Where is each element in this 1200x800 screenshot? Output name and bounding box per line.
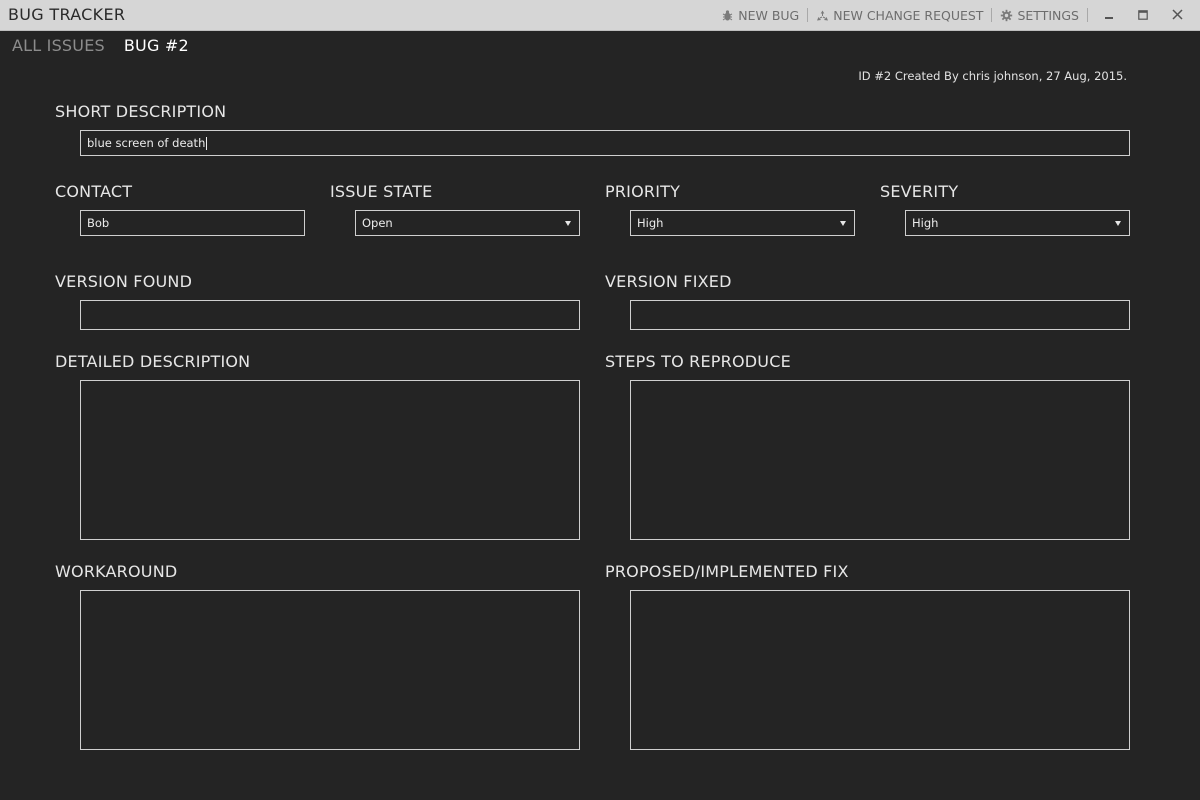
new-bug-button[interactable]: NEW BUG bbox=[721, 8, 799, 23]
version-found-label: VERSION FOUND bbox=[55, 272, 193, 291]
tab-all-issues[interactable]: ALL ISSUES bbox=[12, 36, 105, 55]
toolbar-divider bbox=[991, 8, 993, 22]
contact-input[interactable]: Bob bbox=[80, 210, 305, 236]
issue-state-value: Open bbox=[362, 216, 393, 230]
settings-label: SETTINGS bbox=[1017, 7, 1079, 23]
short-description-label: SHORT DESCRIPTION bbox=[55, 102, 227, 121]
minimize-button[interactable] bbox=[1096, 0, 1122, 30]
contact-value: Bob bbox=[87, 216, 110, 230]
tab-bar: ALL ISSUES BUG #2 bbox=[12, 36, 189, 55]
close-icon bbox=[1171, 8, 1183, 23]
tab-bug-2[interactable]: BUG #2 bbox=[124, 36, 189, 55]
severity-select[interactable]: High bbox=[905, 210, 1130, 236]
chevron-down-icon bbox=[840, 221, 846, 226]
text-cursor bbox=[206, 137, 208, 150]
toolbar-divider bbox=[807, 8, 809, 22]
workaround-label: WORKAROUND bbox=[55, 562, 178, 581]
issue-meta-info: ID #2 Created By chris johnson, 27 Aug, … bbox=[858, 69, 1127, 83]
proposed-fix-textarea[interactable] bbox=[630, 590, 1130, 750]
app-title: BUG TRACKER bbox=[8, 5, 126, 24]
version-found-input[interactable] bbox=[80, 300, 580, 330]
priority-value: High bbox=[637, 216, 664, 230]
short-description-text: blue screen of death bbox=[87, 136, 206, 150]
proposed-fix-label: PROPOSED/IMPLEMENTED FIX bbox=[605, 562, 849, 581]
close-button[interactable] bbox=[1164, 0, 1190, 30]
priority-select[interactable]: High bbox=[630, 210, 855, 236]
issue-state-label: ISSUE STATE bbox=[330, 182, 433, 201]
version-fixed-input[interactable] bbox=[630, 300, 1130, 330]
chevron-down-icon bbox=[565, 221, 571, 226]
bug-icon bbox=[721, 9, 734, 22]
settings-button[interactable]: SETTINGS bbox=[1000, 8, 1079, 23]
severity-value: High bbox=[912, 216, 939, 230]
title-bar-actions: NEW BUG NEW CHANGE REQUEST SETTINGS bbox=[721, 0, 1190, 30]
severity-label: SEVERITY bbox=[880, 182, 959, 201]
detailed-description-label: DETAILED DESCRIPTION bbox=[55, 352, 251, 371]
change-request-icon bbox=[816, 9, 829, 22]
steps-to-reproduce-textarea[interactable] bbox=[630, 380, 1130, 540]
detailed-description-textarea[interactable] bbox=[80, 380, 580, 540]
maximize-button[interactable] bbox=[1130, 0, 1156, 30]
steps-to-reproduce-label: STEPS TO REPRODUCE bbox=[605, 352, 791, 371]
contact-label: CONTACT bbox=[55, 182, 133, 201]
priority-label: PRIORITY bbox=[605, 182, 681, 201]
new-change-request-button[interactable]: NEW CHANGE REQUEST bbox=[816, 8, 983, 23]
new-bug-label: NEW BUG bbox=[738, 7, 800, 23]
maximize-icon bbox=[1138, 8, 1148, 23]
workaround-textarea[interactable] bbox=[80, 590, 580, 750]
short-description-value: blue screen of death bbox=[87, 136, 208, 150]
short-description-input[interactable]: blue screen of death bbox=[80, 130, 1130, 156]
version-fixed-label: VERSION FIXED bbox=[605, 272, 732, 291]
gear-icon bbox=[1000, 9, 1013, 22]
new-change-request-label: NEW CHANGE REQUEST bbox=[833, 7, 984, 23]
title-bar: BUG TRACKER NEW BUG NEW CHANGE REQUEST S… bbox=[0, 0, 1200, 31]
chevron-down-icon bbox=[1115, 221, 1121, 226]
minimize-icon bbox=[1104, 8, 1114, 23]
issue-state-select[interactable]: Open bbox=[355, 210, 580, 236]
toolbar-divider bbox=[1087, 8, 1088, 22]
